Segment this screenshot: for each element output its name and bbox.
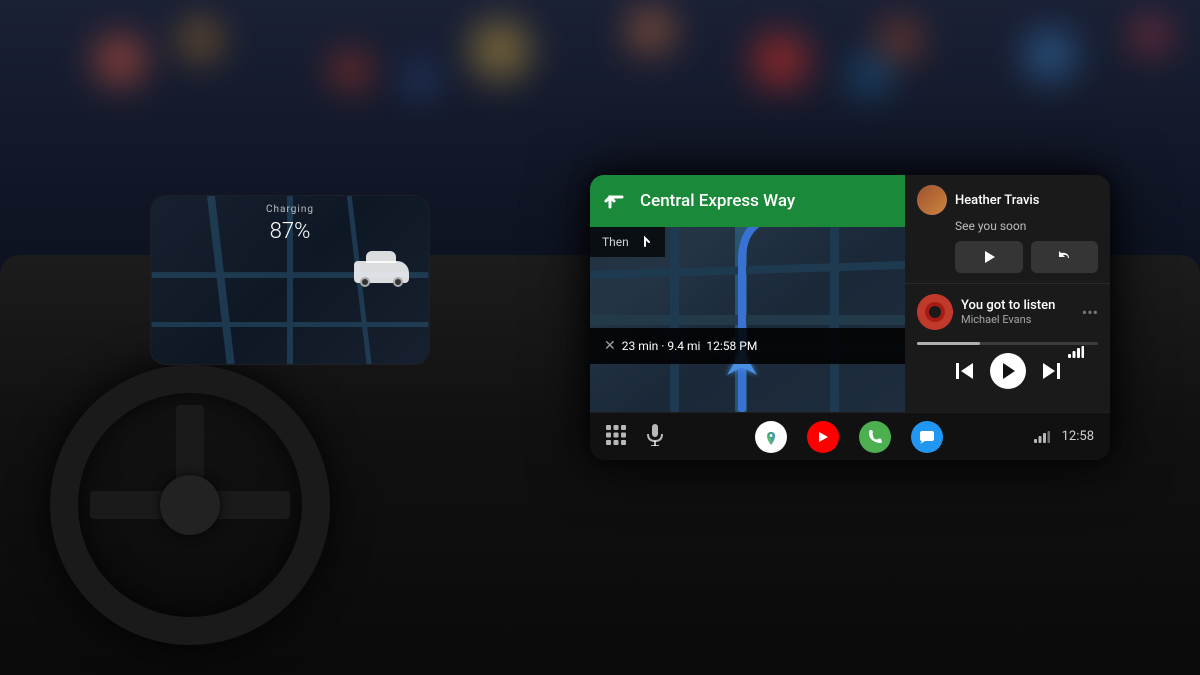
message-header: Heather Travis bbox=[917, 185, 1098, 215]
signal-icon bbox=[1068, 346, 1084, 361]
sender-name: Heather Travis bbox=[955, 193, 1039, 208]
more-options-icon[interactable]: ••• bbox=[1082, 303, 1098, 322]
car-icon bbox=[354, 261, 409, 283]
music-progress-bar[interactable] bbox=[917, 342, 1098, 345]
maps-section: Central Express Way Then ✕ 23 min · 9.4 … bbox=[590, 175, 905, 412]
close-nav-icon[interactable]: ✕ bbox=[604, 338, 616, 354]
battery-percent: 87% bbox=[151, 219, 429, 244]
artist-name: Michael Evans bbox=[961, 313, 1074, 326]
nav-then: Then bbox=[590, 227, 665, 257]
bottom-app-icons bbox=[755, 421, 943, 453]
maps-app-button[interactable] bbox=[755, 421, 787, 453]
contact-avatar bbox=[917, 185, 947, 215]
nav-header: Central Express Way bbox=[590, 175, 905, 227]
message-card: Heather Travis See you soon bbox=[905, 175, 1110, 284]
music-info: You got to listen Michael Evans bbox=[961, 298, 1074, 326]
album-art bbox=[917, 294, 953, 330]
play-pause-button[interactable] bbox=[990, 353, 1026, 389]
steering-wheel bbox=[50, 365, 330, 645]
status-time: 12:58 bbox=[1062, 429, 1094, 444]
message-actions bbox=[955, 241, 1098, 273]
apps-grid-button[interactable] bbox=[606, 425, 626, 449]
charging-label: Charging bbox=[151, 204, 429, 215]
music-card: You got to listen Michael Evans ••• bbox=[905, 284, 1110, 412]
bottom-bar: 12:58 bbox=[590, 412, 1110, 460]
reply-message-button[interactable] bbox=[1031, 241, 1099, 273]
infotainment-screen: Central Express Way Then ✕ 23 min · 9.4 … bbox=[590, 175, 1110, 460]
play-message-button[interactable] bbox=[955, 241, 1023, 273]
messages-app-button[interactable] bbox=[911, 421, 943, 453]
music-progress-fill bbox=[917, 342, 980, 345]
eta-info: 23 min · 9.4 mi 12:58 PM bbox=[622, 339, 758, 353]
then-label: Then bbox=[602, 235, 629, 249]
bokeh-lights bbox=[0, 0, 1200, 200]
bottom-left-controls bbox=[606, 424, 664, 450]
turn-left-icon bbox=[602, 187, 630, 215]
track-title: You got to listen bbox=[961, 298, 1074, 313]
music-header: You got to listen Michael Evans ••• bbox=[917, 294, 1098, 330]
next-track-button[interactable] bbox=[1042, 363, 1060, 379]
voice-mic-button[interactable] bbox=[646, 424, 664, 450]
instrument-cluster: Charging 87% bbox=[150, 195, 430, 365]
phone-app-button[interactable] bbox=[859, 421, 891, 453]
nav-footer: ✕ 23 min · 9.4 mi 12:58 PM bbox=[590, 328, 905, 364]
message-text: See you soon bbox=[955, 219, 1098, 233]
youtube-app-button[interactable] bbox=[807, 421, 839, 453]
bottom-right-status: 12:58 bbox=[1034, 429, 1094, 444]
right-panels: Heather Travis See you soon bbox=[905, 175, 1110, 412]
prev-track-button[interactable] bbox=[956, 363, 974, 379]
street-name: Central Express Way bbox=[640, 191, 893, 211]
